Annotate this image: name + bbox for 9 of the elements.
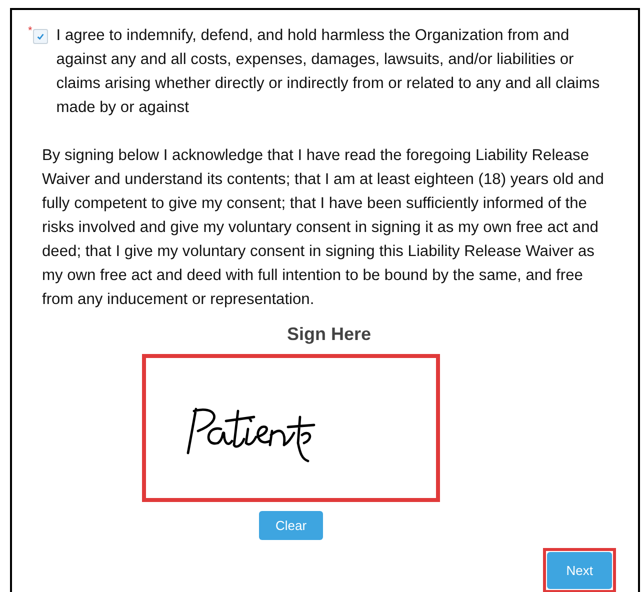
acknowledgement-text: By signing below I acknowledge that I have read the foregoing Liability Release Waiver and understand its contents; that I am at least eighteen (18) years old and fully competent to give my consent; that I have been sufficiently informed of the risks involved and give my voluntary consent in signing it as my own free act and deed; that I give my voluntary consent in signing this Liability Release Waiver as my own free act and deed with full intention to be bound by the same, and free from any inducement or representation. — [42, 146, 605, 310]
signature-pad[interactable] — [142, 354, 440, 502]
consent-text: I agree to indemnify, defend, and hold harmless the Organization from and against any and all costs, expenses, damages, lawsuits, and/or liabilities or claims arising whether directly or indirectly from or related to any and all claims made by or against — [56, 26, 601, 118]
check-icon — [36, 32, 46, 41]
required-mark: * — [28, 24, 32, 38]
clear-button[interactable]: Clear — [259, 511, 323, 540]
next-button[interactable]: Next — [547, 552, 612, 589]
sign-here-heading: Sign Here — [286, 323, 372, 346]
agree-checkbox[interactable] — [33, 29, 48, 44]
